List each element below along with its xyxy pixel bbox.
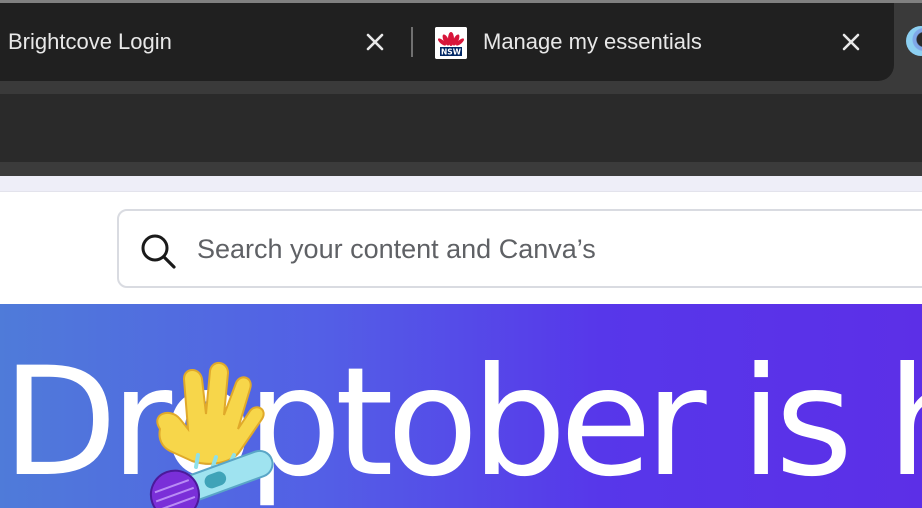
chrome-bottom-border (0, 162, 922, 176)
search-input[interactable] (197, 227, 917, 271)
waving-hand-microphone-illustration (140, 359, 290, 508)
search-icon[interactable] (138, 231, 178, 271)
close-icon[interactable] (840, 31, 862, 53)
tab-title: Brightcove Login (8, 29, 172, 54)
canva-logo-icon[interactable] (906, 26, 922, 56)
close-icon[interactable] (364, 31, 386, 53)
tab-separator (411, 27, 413, 57)
promo-banner[interactable]: Droptober is h (0, 304, 922, 508)
page-header (0, 191, 922, 304)
bookmarks-bar (0, 94, 922, 162)
nsw-waratah-logo-icon: NSW (435, 27, 467, 59)
tab-manage-my-essentials[interactable]: NSW Manage my essentials (420, 3, 880, 81)
tab-title: Manage my essentials (483, 29, 702, 54)
browser-tab-strip: Brightcove Login NSW Manage my essential… (0, 0, 922, 84)
page-top-strip (0, 176, 922, 191)
tab-brightcove-login[interactable]: Brightcove Login (0, 3, 400, 81)
address-toolbar (0, 84, 922, 94)
search-bar[interactable] (117, 209, 922, 288)
svg-text:NSW: NSW (441, 48, 462, 57)
